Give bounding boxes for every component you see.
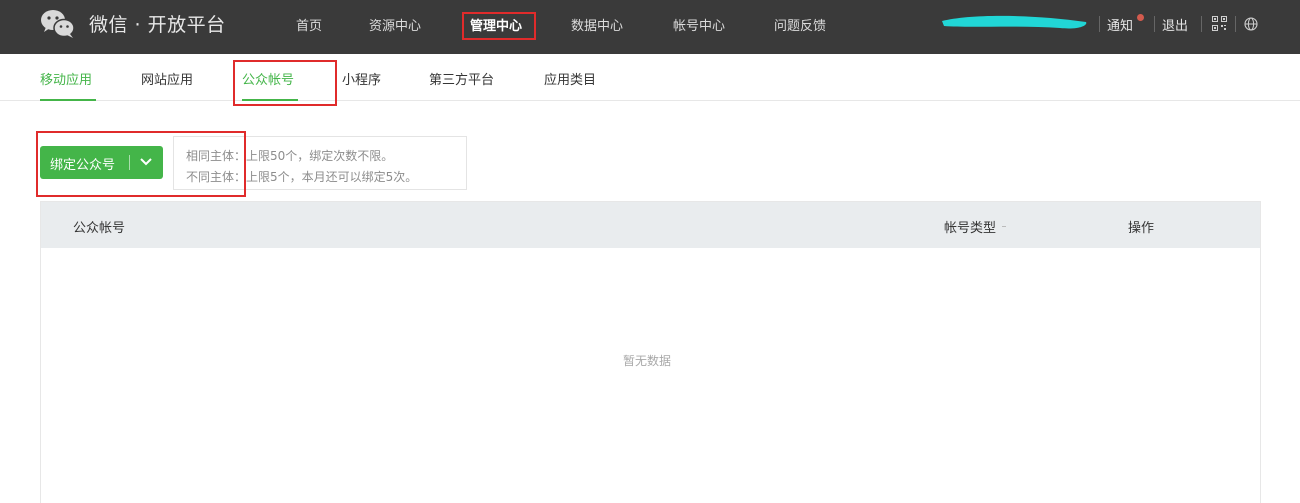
button-divider — [129, 155, 130, 170]
bind-button-label: 绑定公众号 — [50, 158, 116, 173]
logout-link[interactable]: 退出 — [1162, 15, 1188, 34]
nav-management-center[interactable]: 管理中心 — [470, 15, 522, 34]
qrcode-icon[interactable] — [1212, 16, 1227, 31]
top-navbar: 微信 · 开放平台 首页 资源中心 管理中心 数据中心 帐号中心 问题反馈 通知… — [0, 0, 1300, 54]
tab-mobile-apps[interactable]: 移动应用 — [40, 69, 92, 88]
notify-link[interactable]: 通知 — [1107, 15, 1133, 34]
brand-title[interactable]: 微信 · 开放平台 — [89, 10, 226, 37]
active-tab-underline — [242, 99, 298, 101]
sort-indicator-icon — [1002, 226, 1006, 227]
redacted-username[interactable] — [940, 12, 1090, 32]
empty-state-text: 暂无数据 — [623, 354, 672, 368]
tab-official-accounts[interactable]: 公众帐号 — [242, 69, 294, 88]
tab-third-party-platform[interactable]: 第三方平台 — [429, 69, 494, 88]
accounts-table: 公众帐号 帐号类型 操作 暂无数据 — [40, 201, 1261, 503]
nav-feedback[interactable]: 问题反馈 — [774, 15, 826, 34]
bind-official-account-button[interactable]: 绑定公众号 — [40, 146, 163, 179]
tab-mini-programs[interactable]: 小程序 — [342, 69, 381, 88]
nav-home[interactable]: 首页 — [296, 15, 322, 34]
divider — [1201, 16, 1202, 32]
nav-resource-center[interactable]: 资源中心 — [369, 15, 421, 34]
tab-app-categories[interactable]: 应用类目 — [544, 69, 596, 88]
nav-data-center[interactable]: 数据中心 — [571, 15, 623, 34]
tab-website-apps[interactable]: 网站应用 — [141, 69, 193, 88]
column-header-account: 公众帐号 — [73, 221, 126, 236]
column-header-account-type[interactable]: 帐号类型 — [944, 217, 996, 236]
sub-navigation: 移动应用 网站应用 公众帐号 小程序 第三方平台 应用类目 — [0, 54, 1300, 101]
wechat-logo-icon[interactable] — [40, 9, 76, 39]
divider — [1154, 16, 1155, 32]
tip-same-entity: 相同主体：上限50个，绑定次数不限。 — [186, 149, 394, 163]
active-tab-underline — [40, 99, 96, 101]
divider — [1099, 16, 1100, 32]
tip-different-entity: 不同主体：上限5个，本月还可以绑定5次。 — [186, 170, 418, 184]
notification-dot — [1137, 14, 1144, 21]
table-header: 公众帐号 帐号类型 操作 — [41, 202, 1260, 248]
divider — [1235, 16, 1236, 32]
column-header-actions: 操作 — [1128, 221, 1155, 236]
bind-limit-tooltip: 相同主体：上限50个，绑定次数不限。 不同主体：上限5个，本月还可以绑定5次。 — [173, 136, 467, 190]
nav-account-center[interactable]: 帐号中心 — [673, 15, 725, 34]
globe-icon[interactable] — [1244, 17, 1258, 31]
caret-down-icon[interactable] — [139, 156, 153, 168]
